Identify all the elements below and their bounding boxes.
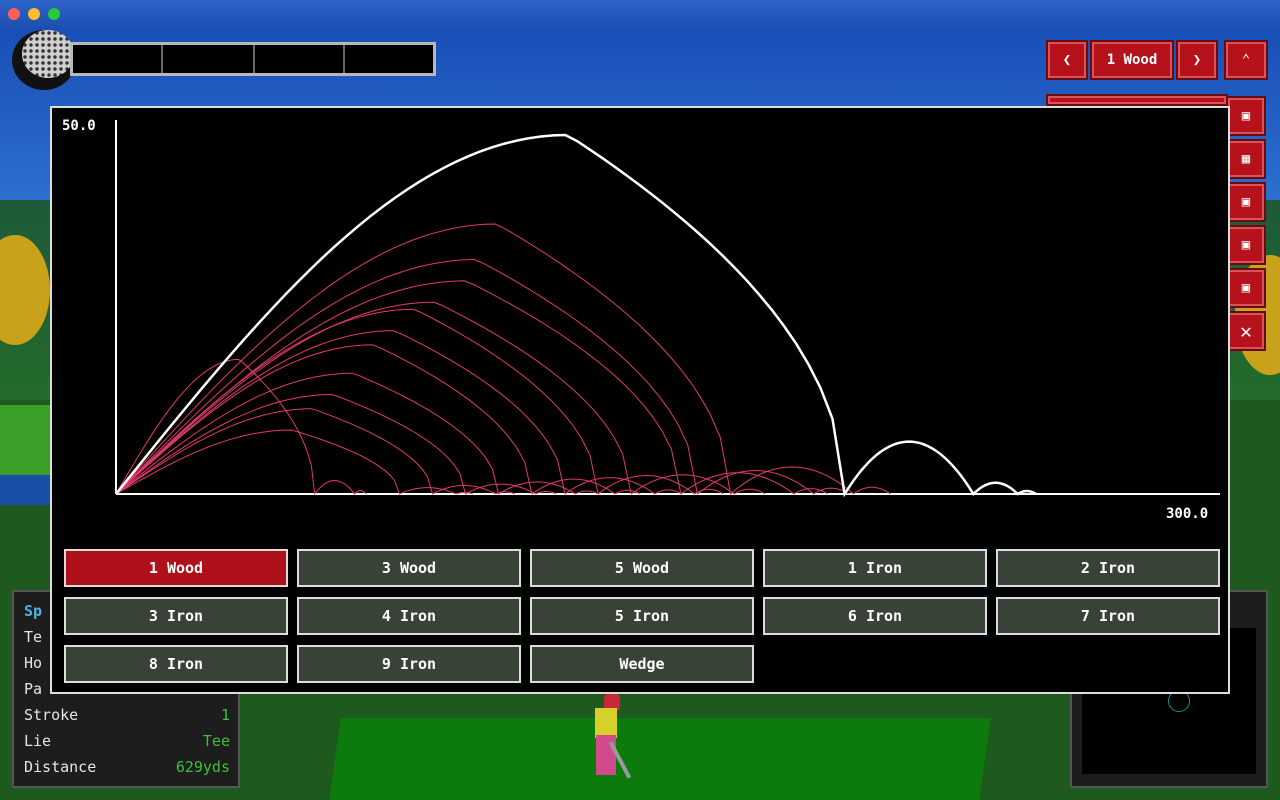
- club-button-wedge[interactable]: Wedge: [530, 645, 754, 683]
- map-button-1[interactable]: ▣: [1226, 182, 1266, 222]
- map-button-2[interactable]: ▣: [1226, 225, 1266, 265]
- map-icon: ▣: [1241, 280, 1251, 296]
- club-display[interactable]: 1 Wood: [1090, 40, 1174, 80]
- zoom-window-icon[interactable]: [48, 8, 60, 20]
- swing-power-meter: [70, 42, 436, 76]
- club-button-2-iron[interactable]: 2 Iron: [996, 549, 1220, 587]
- trajectory-other-club: [115, 358, 367, 496]
- club-button-7-iron[interactable]: 7 Iron: [996, 597, 1220, 635]
- golf-ball-dimples: [22, 30, 74, 78]
- golfer-legs: [596, 735, 616, 775]
- trajectory-other-club: [115, 258, 849, 495]
- map-button-3[interactable]: ▣: [1226, 268, 1266, 308]
- stat-label: Lie: [24, 732, 52, 750]
- window-titlebar: [0, 0, 1280, 28]
- trajectory-1-wood: [115, 133, 1037, 498]
- map-icon: ▣: [1241, 194, 1251, 210]
- stat-label: Ho: [24, 654, 43, 672]
- club-label: 1 Wood: [1106, 52, 1158, 68]
- trajectory-other-club: [115, 330, 682, 495]
- trajectory-dialog: 50.0 300.0 1 Wood 3 Wood 5 Wood 1 Iron 2 Iro…: [50, 106, 1230, 694]
- trajectory-other-club: [115, 280, 828, 495]
- stat-value: Tee: [202, 732, 230, 750]
- club-button-6-iron[interactable]: 6 Iron: [763, 597, 987, 635]
- golfer: [595, 708, 617, 738]
- chevron-left-icon: ❮: [1062, 52, 1072, 68]
- layout-button[interactable]: ▦: [1226, 139, 1266, 179]
- stat-label: Distance: [24, 758, 97, 776]
- trajectory-chart: [115, 120, 1220, 498]
- chevron-up-icon: ⌃: [1241, 52, 1251, 68]
- club-button-1-iron[interactable]: 1 Iron: [763, 549, 987, 587]
- tee-box: [329, 718, 991, 800]
- club-button-5-wood[interactable]: 5 Wood: [530, 549, 754, 587]
- scorecard-button[interactable]: ▣: [1226, 96, 1266, 136]
- green-patch: [0, 405, 55, 475]
- club-button-8-iron[interactable]: 8 Iron: [64, 645, 288, 683]
- trajectory-other-club: [115, 223, 891, 495]
- club-button-3-iron[interactable]: 3 Iron: [64, 597, 288, 635]
- trajectory-other-club: [115, 372, 599, 495]
- next-club-button[interactable]: ❯: [1176, 40, 1218, 80]
- prev-club-button[interactable]: ❮: [1046, 40, 1088, 80]
- close-overlay-button[interactable]: ✕: [1226, 311, 1266, 351]
- grid-icon: ▦: [1241, 151, 1251, 167]
- collapse-button[interactable]: ⌃: [1224, 40, 1268, 80]
- stats-title: Sp: [24, 602, 43, 620]
- stat-value: 1: [220, 706, 230, 724]
- stat-label: Stroke: [24, 706, 79, 724]
- chevron-right-icon: ❯: [1192, 52, 1202, 68]
- save-icon: ▣: [1241, 108, 1251, 124]
- club-button-3-wood[interactable]: 3 Wood: [297, 549, 521, 587]
- stat-label: Te: [24, 628, 43, 646]
- stat-label: Pa: [24, 680, 43, 698]
- club-button-1-wood[interactable]: 1 Wood: [64, 549, 288, 587]
- club-button-4-iron[interactable]: 4 Iron: [297, 597, 521, 635]
- stat-value: 629yds: [175, 758, 230, 776]
- water-hazard: [0, 475, 55, 505]
- selected-trajectory: [115, 133, 1037, 498]
- map-icon: ▣: [1241, 237, 1251, 253]
- close-icon: ✕: [1239, 319, 1253, 343]
- club-trajectories: [115, 223, 891, 496]
- club-button-9-iron[interactable]: 9 Iron: [297, 645, 521, 683]
- info-bar: [1046, 94, 1228, 106]
- close-window-icon[interactable]: [8, 8, 20, 20]
- club-button-5-iron[interactable]: 5 Iron: [530, 597, 754, 635]
- minimize-window-icon[interactable]: [28, 8, 40, 20]
- trajectory-other-club: [115, 393, 557, 495]
